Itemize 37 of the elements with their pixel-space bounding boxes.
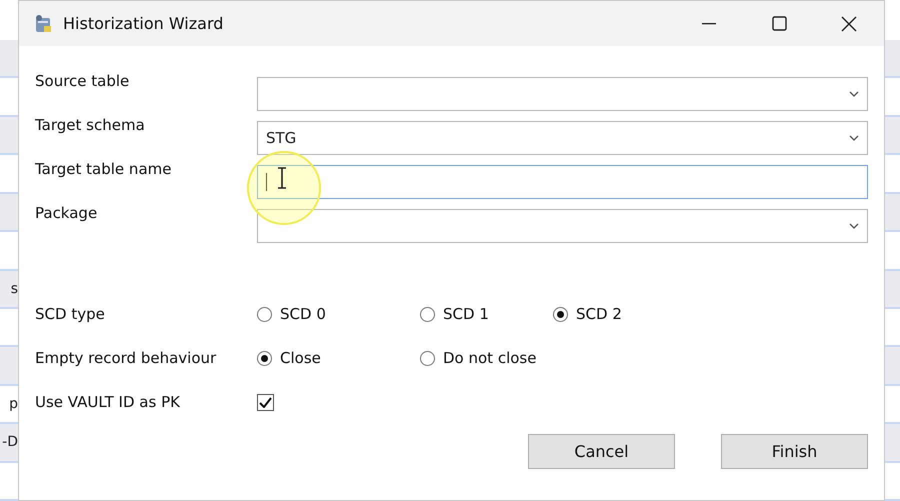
window-title: Historization Wizard [63,14,224,33]
close-icon [841,16,857,32]
radio-option[interactable]: Do not close [420,349,553,367]
background-text: -D [2,434,18,450]
dropdown-field[interactable] [257,77,868,111]
minimize-icon [702,22,716,24]
app-icon [33,14,53,34]
chevron-down-icon [849,91,859,97]
option-label: SCD type [35,304,106,323]
background-text: s [10,280,18,297]
radio-option[interactable]: Close [257,349,420,367]
dialog-button[interactable]: Finish [721,434,868,469]
radio-button[interactable] [420,350,435,366]
field-label: Target schema [35,116,146,134]
chevron-down-icon [849,223,859,229]
option-label: Empty record behaviour [35,348,218,367]
background-text: p [9,396,18,412]
dropdown-field[interactable]: STG [257,121,868,155]
text-caret [266,173,267,191]
radio-option[interactable]: SCD 1 [420,305,553,323]
radio-button[interactable] [420,306,435,322]
option-label: Use VAULT ID as PK [35,392,181,411]
text-field[interactable] [257,165,868,199]
text-cursor-icon [277,167,287,189]
radio-option[interactable]: SCD 2 [553,305,713,323]
maximize-icon [772,16,786,31]
radio-button[interactable] [257,306,272,322]
field-label: Source table [35,72,130,90]
field-label: Package [35,204,98,222]
dialog-button[interactable]: Cancel [528,434,675,469]
chevron-down-icon [849,135,859,141]
dropdown-field[interactable] [257,209,868,243]
radio-option[interactable]: SCD 0 [257,305,420,323]
radio-button[interactable] [257,350,272,366]
checkbox[interactable] [257,394,274,410]
field-label: Target table name [35,160,172,178]
radio-button[interactable] [553,306,568,322]
